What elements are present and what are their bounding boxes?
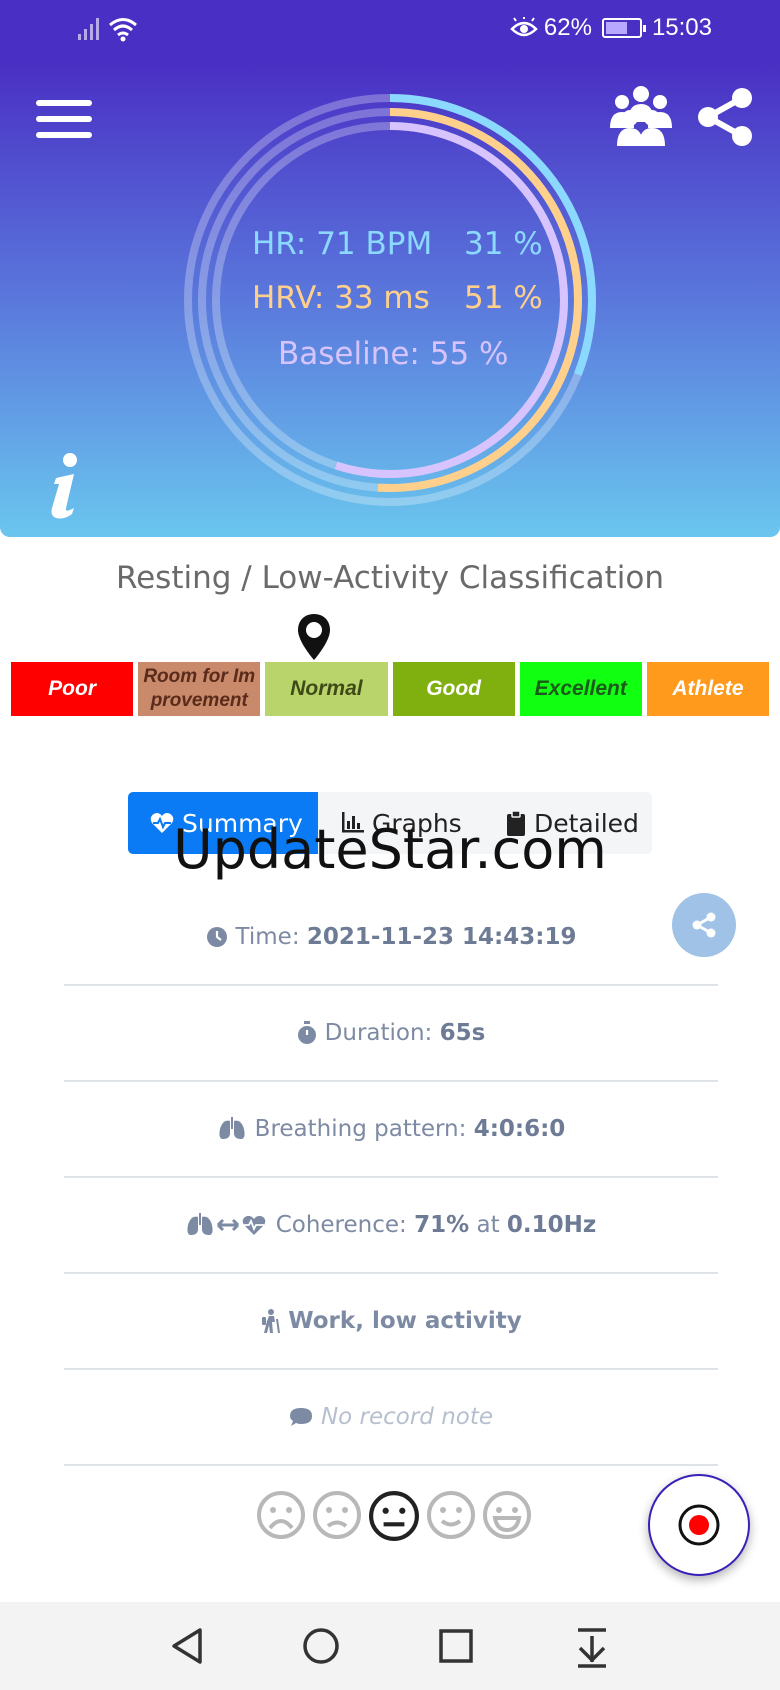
very-happy-face-icon[interactable] [482, 1490, 532, 1540]
system-nav-bar [0, 1602, 780, 1690]
class-good: Good [392, 662, 515, 716]
group-icon[interactable] [602, 84, 680, 148]
clipboard-icon [506, 810, 526, 836]
heart-pulse-icon [150, 812, 174, 834]
happy-face-icon[interactable] [426, 1490, 476, 1540]
wifi-icon [109, 18, 137, 42]
clock-icon [206, 926, 228, 948]
classification-title: Resting / Low-Activity Classification [115, 560, 665, 596]
battery-icon [601, 18, 646, 38]
mood-selector [256, 1490, 532, 1542]
class-room-for-improvement: Room for Im provement [138, 662, 261, 716]
hiking-person-icon [260, 1309, 281, 1333]
tab-graphs[interactable]: Graphs [318, 792, 484, 854]
view-tabs: Summary Graphs Detailed [128, 792, 652, 854]
class-poor: Poor [11, 662, 134, 716]
map-pin-icon [298, 614, 330, 660]
tab-summary[interactable]: Summary [128, 792, 318, 854]
detail-coherence-row: Coherence: 71% at 0.10Hz [64, 1178, 718, 1274]
hrv-value: HRV: 33 ms [252, 280, 430, 316]
back-icon[interactable] [166, 1624, 210, 1668]
classification-scale: Poor Room for Im provement Normal Good E… [11, 662, 770, 716]
hero-card: HR: 71 BPM 31 % HRV: 33 ms 51 % Baseline… [0, 62, 780, 537]
home-icon[interactable] [299, 1624, 343, 1668]
hr-percent: 31 % [464, 226, 543, 262]
class-excellent: Excellent [519, 662, 642, 716]
class-normal: Normal [265, 662, 388, 716]
share-icon[interactable] [694, 86, 756, 148]
detail-time-row: Time: 2021-11-23 14:43:19 [64, 890, 718, 986]
detail-activity-row: Work, low activity [64, 1274, 718, 1370]
tab-detailed[interactable]: Detailed [484, 792, 652, 854]
recents-icon[interactable] [434, 1624, 478, 1668]
activity-value: Work, low activity [288, 1308, 522, 1334]
sad-face-icon[interactable] [312, 1490, 362, 1540]
duration-value: 65s [439, 1020, 486, 1046]
neutral-face-icon[interactable] [368, 1490, 420, 1542]
status-bar: 62% 15:03 [0, 0, 780, 62]
coherence-frequency: 0.10Hz [506, 1212, 597, 1238]
clock: 15:03 [651, 14, 712, 41]
lungs-heart-coherence-icon [186, 1213, 268, 1237]
bar-chart-icon [340, 812, 364, 834]
record-icon [678, 1504, 720, 1546]
class-athlete: Athlete [646, 662, 770, 716]
record-button[interactable] [648, 1474, 750, 1576]
time-value: 2021-11-23 14:43:19 [306, 924, 577, 950]
detail-duration-row: Duration: 65s [64, 986, 718, 1082]
hrv-percent: 51 % [464, 280, 543, 316]
detail-note-row[interactable]: No record note [64, 1370, 718, 1466]
info-icon[interactable] [48, 450, 84, 520]
signal-icon [78, 18, 99, 40]
coherence-value: 71% [414, 1212, 470, 1238]
notification-pulldown-icon[interactable] [570, 1624, 614, 1668]
detail-breathing-row: Breathing pattern: 4:0:6:0 [64, 1082, 718, 1178]
very-sad-face-icon[interactable] [256, 1490, 306, 1540]
baseline-value: Baseline: 55 % [278, 336, 509, 372]
battery-percent: 62% [543, 14, 592, 41]
lungs-icon [217, 1117, 247, 1141]
hr-value: HR: 71 BPM [252, 226, 433, 262]
menu-button[interactable] [36, 100, 92, 144]
breathing-value: 4:0:6:0 [473, 1116, 566, 1142]
record-note: No record note [320, 1404, 494, 1430]
stopwatch-icon [297, 1021, 317, 1045]
comment-icon [289, 1406, 313, 1428]
eye-comfort-icon [510, 17, 538, 37]
